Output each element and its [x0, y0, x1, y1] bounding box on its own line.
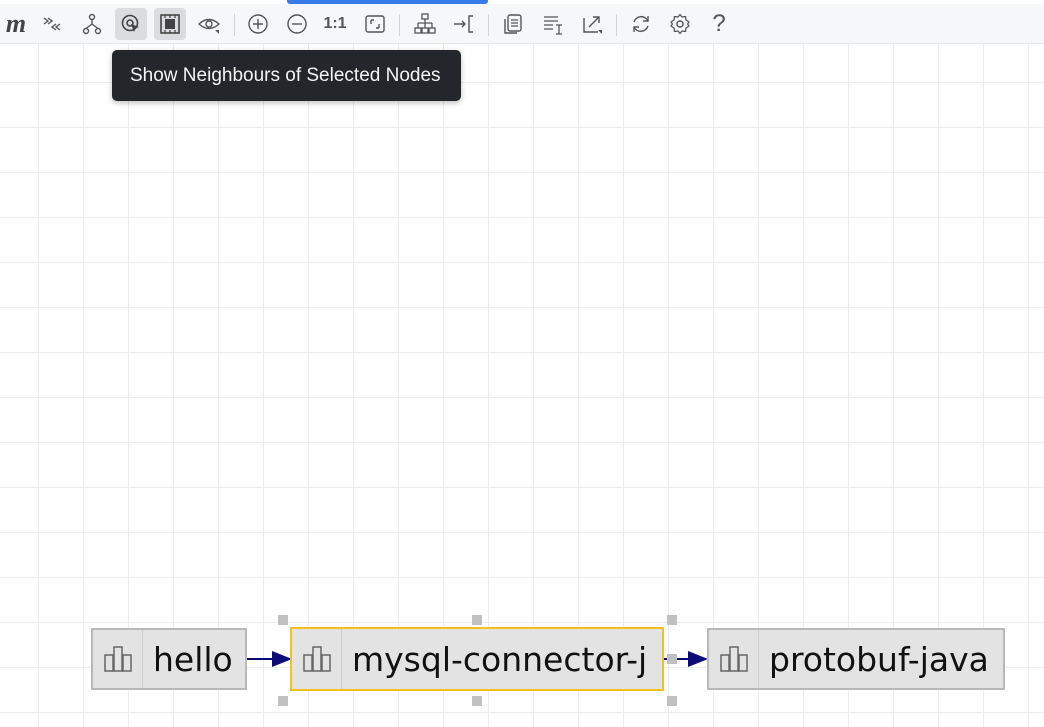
- gear-icon: [670, 13, 690, 35]
- module-icon: [709, 630, 759, 688]
- resize-handle-bottom-right[interactable]: [667, 696, 677, 706]
- frame-select-icon: [160, 14, 180, 34]
- logo-text: m: [5, 9, 27, 38]
- toolbar-separator: [488, 14, 489, 36]
- refresh-icon: [633, 15, 649, 33]
- export-icon: [583, 16, 602, 34]
- module-icon: [292, 629, 342, 689]
- resize-handle-top-right[interactable]: [667, 615, 677, 625]
- toolbar-separator: [234, 14, 235, 36]
- select-frame-button[interactable]: [154, 8, 186, 40]
- fit-icon: [365, 15, 385, 33]
- navigate-button[interactable]: [448, 8, 480, 40]
- tree-layout-icon: [414, 13, 436, 34]
- resize-handle-bottom-left[interactable]: [278, 696, 288, 706]
- settings-button[interactable]: [664, 8, 696, 40]
- tooltip-text: Show Neighbours of Selected Nodes: [130, 64, 441, 86]
- resize-handle-bottom[interactable]: [472, 696, 482, 706]
- fit-content-button[interactable]: [359, 8, 391, 40]
- target-cursor-icon: [121, 14, 139, 32]
- hierarchy-icon: [82, 13, 102, 35]
- zoom-out-icon: [287, 14, 307, 34]
- logo: m: [0, 8, 32, 40]
- text-options-button[interactable]: [537, 8, 569, 40]
- resize-handle-right[interactable]: [667, 654, 677, 664]
- node-label: protobuf-java: [769, 639, 989, 679]
- node-protobuf-java[interactable]: protobuf-java: [707, 628, 1005, 690]
- actual-size-button[interactable]: 1:1: [319, 8, 351, 40]
- zoom-in-button[interactable]: [242, 8, 274, 40]
- eye-icon: [198, 18, 220, 34]
- question-icon: ?: [712, 10, 726, 37]
- arrow-bracket-icon: [454, 15, 473, 33]
- toolbar: m 1:1 ?: [0, 4, 1044, 44]
- diagram-app: hello mysql-connector-j protobuf-java m …: [0, 0, 1044, 727]
- node-label: hello: [153, 639, 233, 679]
- zoom-in-icon: [248, 14, 268, 34]
- node-label: mysql-connector-j: [352, 639, 648, 679]
- help-button[interactable]: ?: [703, 8, 735, 40]
- node-hello[interactable]: hello: [91, 628, 247, 690]
- visibility-button[interactable]: [193, 8, 225, 40]
- tooltip: Show Neighbours of Selected Nodes: [112, 50, 461, 101]
- toolbar-separator: [399, 14, 400, 36]
- copy-icon: [504, 14, 522, 34]
- edge-layer: [247, 651, 708, 667]
- module-icon: [93, 630, 143, 688]
- resize-handle-top-left[interactable]: [278, 615, 288, 625]
- text-cursor-icon: [544, 16, 562, 35]
- diagram-canvas[interactable]: hello mysql-connector-j protobuf-java: [0, 44, 1044, 727]
- refresh-button[interactable]: [625, 8, 657, 40]
- double-chevron-icon: [43, 17, 61, 31]
- node-mysql-connector-j[interactable]: mysql-connector-j: [290, 627, 664, 691]
- zoom-out-button[interactable]: [281, 8, 313, 40]
- toolbar-separator: [616, 14, 617, 36]
- expand-collapse-button[interactable]: [36, 8, 68, 40]
- show-neighbours-button[interactable]: [115, 8, 147, 40]
- copy-button[interactable]: [497, 8, 529, 40]
- resize-handle-top[interactable]: [472, 615, 482, 625]
- one-to-one-icon: 1:1: [323, 15, 347, 32]
- layout-button[interactable]: [409, 8, 441, 40]
- export-button[interactable]: [576, 8, 608, 40]
- hierarchy-button[interactable]: [76, 8, 108, 40]
